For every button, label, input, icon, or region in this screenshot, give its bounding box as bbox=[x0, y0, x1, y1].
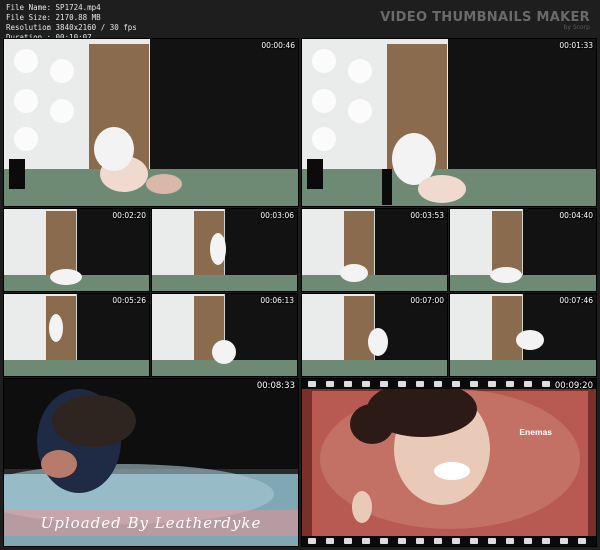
thumbnail-12[interactable]: 00:09:20 Enemas bbox=[301, 378, 597, 547]
timestamp: 00:04:40 bbox=[559, 211, 593, 220]
timestamp: 00:07:00 bbox=[410, 296, 444, 305]
frame-image bbox=[302, 294, 447, 376]
timestamp: 00:03:06 bbox=[260, 211, 294, 220]
thumbnail-5[interactable]: 00:03:53 bbox=[301, 208, 448, 292]
brand-subtitle: by Scorp bbox=[563, 24, 590, 31]
timestamp: 00:08:33 bbox=[256, 381, 295, 391]
file-info: File Name : SP1724.mp4 File Size : 2170.… bbox=[6, 3, 137, 43]
thumbnail-9[interactable]: 00:07:00 bbox=[301, 293, 448, 377]
thumbnail-2[interactable]: 00:01:33 bbox=[301, 38, 597, 207]
resolution-label: Resolution bbox=[6, 23, 52, 32]
timestamp: 00:03:53 bbox=[410, 211, 444, 220]
file-size-value: : 2170.88 MB bbox=[46, 13, 101, 22]
overlay-tag: Enemas bbox=[519, 427, 552, 437]
thumbnail-7[interactable]: 00:05:26 bbox=[3, 293, 150, 377]
thumbnail-6[interactable]: 00:04:40 bbox=[449, 208, 597, 292]
frame-image bbox=[4, 294, 149, 376]
filmstrip-top bbox=[302, 379, 596, 389]
timestamp: 00:07:46 bbox=[559, 296, 593, 305]
file-name-label: File Name bbox=[6, 3, 47, 12]
thumbnail-10[interactable]: 00:07:46 bbox=[449, 293, 597, 377]
frame-image bbox=[302, 379, 596, 546]
timestamp: 00:09:20 bbox=[554, 381, 593, 391]
file-name-value: : SP1724.mp4 bbox=[46, 3, 101, 12]
frame-image bbox=[4, 209, 149, 291]
frame-image bbox=[302, 209, 447, 291]
file-size-label: File Size bbox=[6, 13, 47, 22]
thumbnail-11[interactable]: 00:08:33 Uploaded By Leatherdyke bbox=[3, 378, 299, 547]
resolution-value: : 3840x2160 / 30 fps bbox=[46, 23, 137, 32]
frame-image bbox=[450, 294, 596, 376]
thumbnail-8[interactable]: 00:06:13 bbox=[151, 293, 298, 377]
thumbnail-1[interactable]: 00:00:46 bbox=[3, 38, 299, 207]
timestamp: 00:06:13 bbox=[260, 296, 294, 305]
timestamp: 00:00:46 bbox=[261, 41, 295, 50]
brand-logo: VIDEO THUMBNAILS MAKER by Scorp bbox=[380, 10, 590, 31]
timestamp: 00:02:20 bbox=[112, 211, 146, 220]
frame-image bbox=[450, 209, 596, 291]
brand-title: VIDEO THUMBNAILS MAKER bbox=[380, 10, 590, 25]
frame-image bbox=[302, 39, 596, 206]
frame-image bbox=[152, 294, 297, 376]
frame-image bbox=[152, 209, 297, 291]
timestamp: 00:01:33 bbox=[559, 41, 593, 50]
filmstrip-bottom bbox=[302, 536, 596, 546]
watermark-banner: Uploaded By Leatherdyke bbox=[4, 510, 298, 536]
thumbnail-4[interactable]: 00:03:06 bbox=[151, 208, 298, 292]
timestamp: 00:05:26 bbox=[112, 296, 146, 305]
thumbnail-3[interactable]: 00:02:20 bbox=[3, 208, 150, 292]
frame-image bbox=[4, 39, 298, 206]
